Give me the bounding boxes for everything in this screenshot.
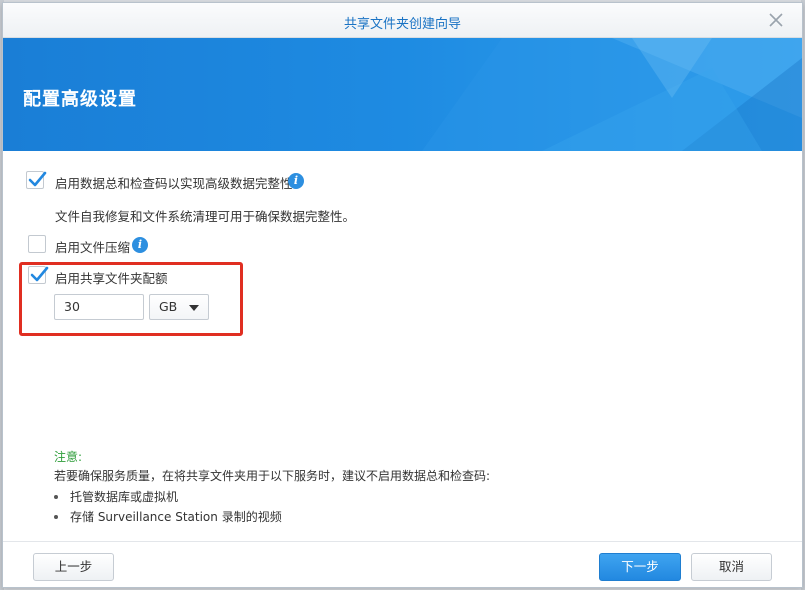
title-bar: 共享文件夹创建向导 (3, 3, 802, 38)
bullet-icon (54, 514, 58, 519)
info-icon[interactable]: i (288, 173, 304, 189)
note-title: 注意: (54, 450, 83, 464)
check-icon (28, 171, 47, 187)
close-icon[interactable] (766, 10, 786, 30)
checksum-description: 文件自我修复和文件系统清理可用于确保数据完整性。 (55, 209, 356, 224)
back-button[interactable]: 上一步 (33, 553, 114, 581)
window-title: 共享文件夹创建向导 (343, 17, 461, 32)
wizard-dialog: 共享文件夹创建向导 配置高级设置 启用数据总和检查码以实现高级数据完整性 i 文… (2, 2, 803, 588)
highlight-box (19, 262, 243, 336)
checksum-checkbox[interactable] (26, 171, 47, 189)
checksum-label: 启用数据总和检查码以实现高级数据完整性 (55, 176, 293, 191)
next-button[interactable]: 下一步 (599, 553, 681, 581)
note-item: 托管数据库或虚拟机 (54, 488, 178, 505)
note-item: 存储 Surveillance Station 录制的视频 (54, 508, 282, 525)
compression-label: 启用文件压缩 (55, 240, 131, 255)
cancel-button[interactable]: 取消 (691, 553, 772, 581)
dialog-footer: 上一步 下一步 取消 (3, 541, 802, 587)
info-icon[interactable]: i (132, 237, 148, 253)
note-text: 若要确保服务质量，在将共享文件夹用于以下服务时，建议不启用数据总和检查码: (54, 469, 491, 483)
page-heading: 配置高级设置 (23, 89, 137, 110)
bullet-icon (54, 494, 58, 499)
banner-decoration (422, 38, 802, 151)
compression-checkbox[interactable] (28, 235, 46, 253)
header-banner: 配置高级设置 (3, 38, 802, 151)
